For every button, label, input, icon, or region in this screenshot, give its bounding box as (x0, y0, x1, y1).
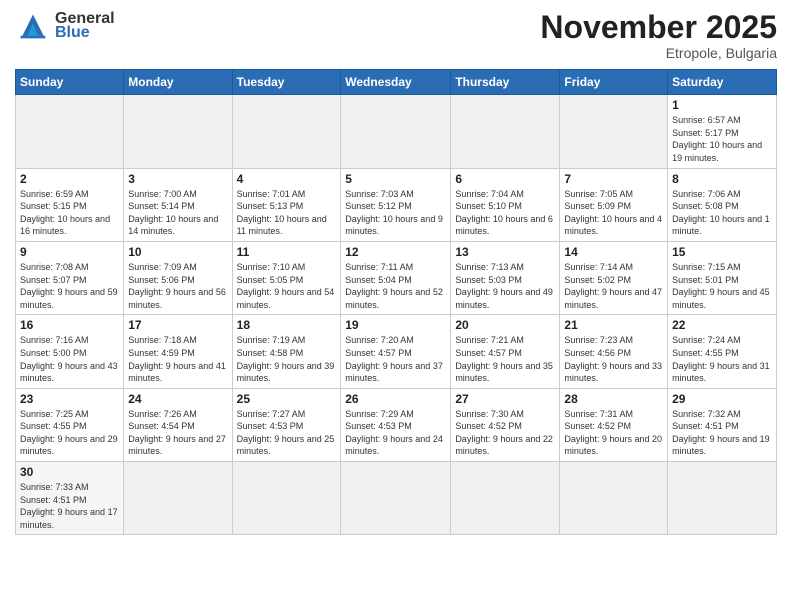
day-3: 3 Sunrise: 7:00 AMSunset: 5:14 PMDayligh… (124, 168, 232, 241)
day-2: 2 Sunrise: 6:59 AMSunset: 5:15 PMDayligh… (16, 168, 124, 241)
day-22: 22 Sunrise: 7:24 AMSunset: 4:55 PMDaylig… (668, 315, 777, 388)
day-21: 21 Sunrise: 7:23 AMSunset: 4:56 PMDaylig… (560, 315, 668, 388)
day-empty-2 (124, 95, 232, 168)
day-empty-9 (341, 462, 451, 535)
week-row-5: 23 Sunrise: 7:25 AMSunset: 4:55 PMDaylig… (16, 388, 777, 461)
day-18: 18 Sunrise: 7:19 AMSunset: 4:58 PMDaylig… (232, 315, 341, 388)
month-title: November 2025 (540, 10, 777, 45)
day-empty-6 (560, 95, 668, 168)
week-row-2: 2 Sunrise: 6:59 AMSunset: 5:15 PMDayligh… (16, 168, 777, 241)
page: General Blue November 2025 Etropole, Bul… (0, 0, 792, 545)
day-empty-11 (560, 462, 668, 535)
day-empty-12 (668, 462, 777, 535)
day-empty-3 (232, 95, 341, 168)
day-number-1: 1 (672, 98, 772, 112)
week-row-6: 30 Sunrise: 7:33 AMSunset: 4:51 PMDaylig… (16, 462, 777, 535)
day-8: 8 Sunrise: 7:06 AMSunset: 5:08 PMDayligh… (668, 168, 777, 241)
day-1: 1 Sunrise: 6:57 AM Sunset: 5:17 PM Dayli… (668, 95, 777, 168)
weekday-header-row: Sunday Monday Tuesday Wednesday Thursday… (16, 70, 777, 95)
week-row-3: 9 Sunrise: 7:08 AMSunset: 5:07 PMDayligh… (16, 241, 777, 314)
day-19: 19 Sunrise: 7:20 AMSunset: 4:57 PMDaylig… (341, 315, 451, 388)
day-27: 27 Sunrise: 7:30 AMSunset: 4:52 PMDaylig… (451, 388, 560, 461)
header-saturday: Saturday (668, 70, 777, 95)
day-30: 30 Sunrise: 7:33 AMSunset: 4:51 PMDaylig… (16, 462, 124, 535)
day-empty-7 (124, 462, 232, 535)
day-13: 13 Sunrise: 7:13 AMSunset: 5:03 PMDaylig… (451, 241, 560, 314)
header-thursday: Thursday (451, 70, 560, 95)
logo-text: General Blue (55, 10, 115, 42)
day-25: 25 Sunrise: 7:27 AMSunset: 4:53 PMDaylig… (232, 388, 341, 461)
header: General Blue November 2025 Etropole, Bul… (15, 10, 777, 61)
day-10: 10 Sunrise: 7:09 AMSunset: 5:06 PMDaylig… (124, 241, 232, 314)
title-area: November 2025 Etropole, Bulgaria (540, 10, 777, 61)
day-9: 9 Sunrise: 7:08 AMSunset: 5:07 PMDayligh… (16, 241, 124, 314)
location: Etropole, Bulgaria (540, 45, 777, 61)
day-6: 6 Sunrise: 7:04 AMSunset: 5:10 PMDayligh… (451, 168, 560, 241)
day-info-1: Sunrise: 6:57 AM Sunset: 5:17 PM Dayligh… (672, 114, 772, 164)
day-26: 26 Sunrise: 7:29 AMSunset: 4:53 PMDaylig… (341, 388, 451, 461)
header-wednesday: Wednesday (341, 70, 451, 95)
day-7: 7 Sunrise: 7:05 AMSunset: 5:09 PMDayligh… (560, 168, 668, 241)
general-blue-icon (15, 11, 51, 41)
day-empty-10 (451, 462, 560, 535)
logo: General Blue (15, 10, 115, 42)
day-15: 15 Sunrise: 7:15 AMSunset: 5:01 PMDaylig… (668, 241, 777, 314)
day-17: 17 Sunrise: 7:18 AMSunset: 4:59 PMDaylig… (124, 315, 232, 388)
calendar: Sunday Monday Tuesday Wednesday Thursday… (15, 69, 777, 535)
day-empty-4 (341, 95, 451, 168)
header-tuesday: Tuesday (232, 70, 341, 95)
header-monday: Monday (124, 70, 232, 95)
day-20: 20 Sunrise: 7:21 AMSunset: 4:57 PMDaylig… (451, 315, 560, 388)
day-29: 29 Sunrise: 7:32 AMSunset: 4:51 PMDaylig… (668, 388, 777, 461)
header-sunday: Sunday (16, 70, 124, 95)
day-28: 28 Sunrise: 7:31 AMSunset: 4:52 PMDaylig… (560, 388, 668, 461)
day-4: 4 Sunrise: 7:01 AMSunset: 5:13 PMDayligh… (232, 168, 341, 241)
day-23: 23 Sunrise: 7:25 AMSunset: 4:55 PMDaylig… (16, 388, 124, 461)
day-24: 24 Sunrise: 7:26 AMSunset: 4:54 PMDaylig… (124, 388, 232, 461)
day-11: 11 Sunrise: 7:10 AMSunset: 5:05 PMDaylig… (232, 241, 341, 314)
week-row-1: 1 Sunrise: 6:57 AM Sunset: 5:17 PM Dayli… (16, 95, 777, 168)
day-empty-5 (451, 95, 560, 168)
day-16: 16 Sunrise: 7:16 AMSunset: 5:00 PMDaylig… (16, 315, 124, 388)
day-12: 12 Sunrise: 7:11 AMSunset: 5:04 PMDaylig… (341, 241, 451, 314)
day-14: 14 Sunrise: 7:14 AMSunset: 5:02 PMDaylig… (560, 241, 668, 314)
day-5: 5 Sunrise: 7:03 AMSunset: 5:12 PMDayligh… (341, 168, 451, 241)
header-friday: Friday (560, 70, 668, 95)
day-empty-8 (232, 462, 341, 535)
week-row-4: 16 Sunrise: 7:16 AMSunset: 5:00 PMDaylig… (16, 315, 777, 388)
day-empty-1 (16, 95, 124, 168)
